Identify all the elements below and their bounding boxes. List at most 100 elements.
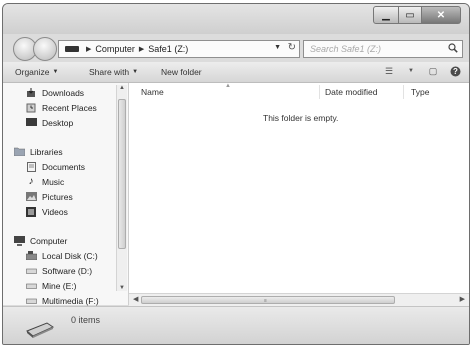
minimize-button[interactable]: ▁ [373,6,399,24]
downloads-icon [25,87,37,98]
breadcrumb-current[interactable]: Safe1 (Z:) [148,44,188,54]
view-controls: ☰ ▼ ▢ ? [383,65,461,77]
close-icon: ✕ [436,9,446,21]
pictures-icon [25,192,37,202]
nav-item-documents[interactable]: Documents [13,159,99,174]
command-bar: Organize ▼ Share with ▼ New folder ☰ ▼ ▢… [3,62,469,83]
view-dropdown-button[interactable]: ▼ [405,65,417,77]
explorer-window: ▁ ▭ ✕ ▶ Computer ▶ Safe1 (Z:) ▼ ↻ Search… [2,3,470,345]
nav-item-local-disk-c[interactable]: Local Disk (C:) [13,248,99,263]
column-header-date-modified[interactable]: Date modified [325,87,377,97]
nav-item-label: Libraries [30,146,63,157]
column-header-name[interactable]: Name [141,87,164,97]
nav-item-label: Local Disk (C:) [42,250,98,261]
preview-pane-icon: ▢ [428,65,438,76]
item-count: 0 items [71,315,101,325]
scrollbar-thumb[interactable] [118,99,126,249]
refresh-icon[interactable]: ↻ [288,42,296,53]
maximize-icon: ▭ [405,9,415,21]
scrollbar-thumb[interactable]: ≡ [141,296,395,304]
drive-icon [65,46,79,52]
svg-text:?: ? [453,67,458,76]
breadcrumb-computer[interactable]: Computer [95,44,135,54]
details-pane: 0 items [3,306,469,344]
column-header-type[interactable]: Type [411,87,429,97]
nav-item-label: Software (D:) [42,265,93,276]
scroll-up-icon[interactable]: ▲ [119,85,125,91]
breadcrumb-chevron-icon: ▶ [138,46,145,53]
new-folder-button[interactable]: New folder [161,67,202,77]
nav-item-recent-places[interactable]: Recent Places [13,100,99,115]
search-placeholder: Search Safe1 (Z:) [310,44,382,54]
help-icon: ? [450,66,460,76]
column-divider[interactable] [319,85,320,99]
nav-item-label: Computer [30,235,68,246]
help-button[interactable]: ? [449,65,461,77]
chevron-down-icon: ▼ [408,68,414,74]
videos-icon [25,206,37,217]
scroll-right-icon[interactable]: ▶ [460,295,465,303]
nav-item-computer[interactable]: Computer [13,233,99,248]
drive-icon [25,296,37,306]
maximize-button[interactable]: ▭ [399,6,422,24]
nav-item-software-d[interactable]: Software (D:) [13,263,99,278]
breadcrumb-chevron-icon: ▶ [86,46,92,53]
minimize-icon: ▁ [382,9,390,21]
nav-item-downloads[interactable]: Downloads [13,85,99,100]
title-bar: ▁ ▭ ✕ [3,4,469,34]
nav-item-label: Documents [42,161,85,172]
local-disk-icon [25,251,37,261]
share-with-label: Share with [89,67,130,77]
music-icon: ♪ [28,176,34,187]
drive-icon [25,281,37,291]
nav-item-videos[interactable]: Videos [13,204,99,219]
address-dropdown-icon[interactable]: ▼ [274,44,281,51]
documents-icon [25,161,37,172]
desktop-icon [25,118,37,128]
nav-item-label: Desktop [42,117,74,128]
nav-item-music[interactable]: ♪ Music [13,174,99,189]
change-view-button[interactable]: ☰ [383,65,395,77]
navigation-row: ▶ Computer ▶ Safe1 (Z:) ▼ ↻ Search Safe1… [3,34,469,62]
recent-places-icon [25,103,37,113]
scroll-left-icon[interactable]: ◀ [133,295,138,303]
horizontal-scrollbar[interactable]: ◀ ≡ ▶ [129,293,469,306]
nav-item-label: Pictures [42,191,73,202]
navigation-pane: Downloads Recent Places Desktop Librarie… [3,83,129,308]
chevron-down-icon: ▼ [132,69,139,75]
removable-drive-icon [26,322,55,338]
forward-button[interactable] [33,37,57,61]
share-with-menu[interactable]: Share with ▼ [89,67,138,77]
preview-pane-button[interactable]: ▢ [427,65,439,77]
nav-item-label: Downloads [42,87,85,98]
nav-pane-scrollbar[interactable]: ▲ ▼ [116,85,127,291]
empty-folder-message: This folder is empty. [263,113,339,123]
view-options-icon: ☰ [384,65,394,76]
organize-label: Organize [15,67,50,77]
column-divider[interactable] [403,85,404,99]
address-bar[interactable]: ▶ Computer ▶ Safe1 (Z:) ▼ ↻ [58,40,300,58]
window-controls: ▁ ▭ ✕ [373,6,461,24]
nav-item-pictures[interactable]: Pictures [13,189,99,204]
nav-item-label: Multimedia (F:) [42,295,99,306]
libraries-icon [13,147,25,157]
file-list-pane[interactable]: ▲ Name Date modified Type This folder is… [129,83,469,293]
sort-indicator-icon: ▲ [225,83,231,89]
nav-item-label: Recent Places [42,102,97,113]
nav-item-desktop[interactable]: Desktop [13,115,99,130]
nav-item-libraries[interactable]: Libraries [13,144,99,159]
new-folder-label: New folder [161,67,202,77]
nav-item-label: Mine (E:) [42,280,77,291]
drive-icon [25,266,37,276]
nav-item-label: Videos [42,206,68,217]
chevron-down-icon: ▼ [52,69,59,75]
nav-item-label: Music [42,176,65,187]
search-icon[interactable] [448,43,458,53]
scroll-down-icon[interactable]: ▼ [119,285,125,291]
nav-item-mine-e[interactable]: Mine (E:) [13,278,99,293]
scrollbar-grip-icon: ≡ [264,298,267,304]
organize-menu[interactable]: Organize ▼ [15,67,58,77]
search-input[interactable]: Search Safe1 (Z:) [303,40,463,58]
nav-tree: Downloads Recent Places Desktop Librarie… [13,85,99,308]
close-button[interactable]: ✕ [422,6,461,24]
